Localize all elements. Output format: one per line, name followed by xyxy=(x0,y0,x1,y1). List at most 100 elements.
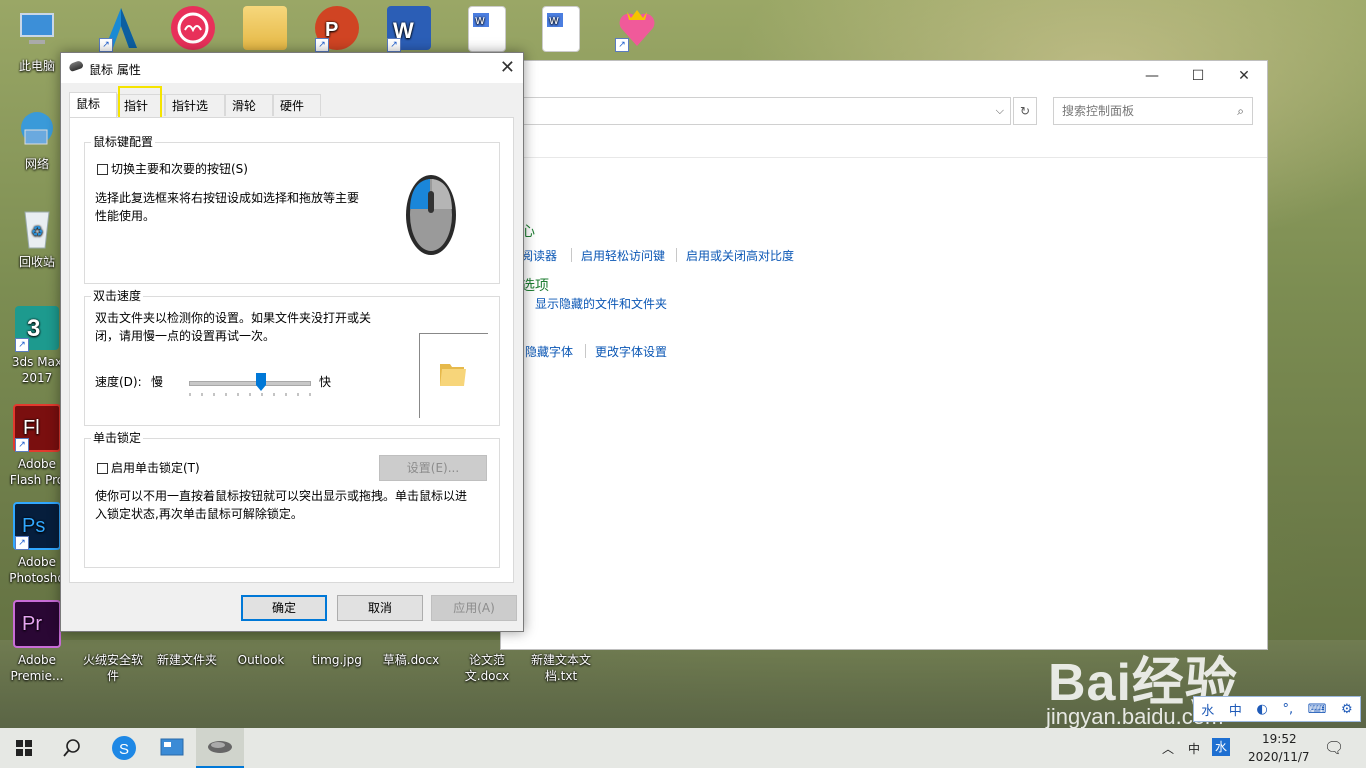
svg-text:Fl: Fl xyxy=(23,417,40,439)
clock-date[interactable]: 2020/11/7 xyxy=(1248,750,1310,764)
ime-mode-icon[interactable]: 水 xyxy=(1201,700,1214,719)
link-sticky-keys[interactable]: 启用轻松访问键 xyxy=(581,247,665,264)
speed-slider-thumb[interactable] xyxy=(256,373,266,391)
test-area[interactable] xyxy=(419,333,488,418)
switch-buttons-checkbox[interactable] xyxy=(97,164,108,175)
ime-halfwidth-icon[interactable]: ◐ xyxy=(1257,702,1268,717)
description-line: 使你可以不用一直按着鼠标按钮就可以突出显示或拖拽。单击鼠标以进 xyxy=(95,489,468,503)
button-config-group: 鼠标键配置 切换主要和次要的按钮(S) 选择此复选框来将右按钮设成如选择和拖放等… xyxy=(84,135,500,284)
heart-app-icon[interactable]: ↗ xyxy=(602,6,672,54)
control-panel-taskbar-icon[interactable] xyxy=(148,728,196,768)
notification-icon[interactable]: 🗨 xyxy=(1324,738,1344,757)
window-controls: — ☐ ✕ xyxy=(1129,61,1267,91)
description-line: 入锁定状态,再次单击鼠标可解除锁定。 xyxy=(95,507,303,521)
click-lock-group: 单击锁定 启用单击锁定(T) 设置(E)... 使你可以不用一直按着鼠标按钮就可… xyxy=(84,431,500,568)
click-lock-label[interactable]: 启用单击锁定(T) xyxy=(111,459,200,477)
draft-docx-icon[interactable]: 草稿.docx xyxy=(376,652,446,668)
address-bar[interactable]: ⌵ xyxy=(501,97,1011,125)
icon-label: Outlook xyxy=(237,653,285,667)
autocad-icon[interactable]: ↗ xyxy=(86,6,156,54)
speed-label: 速度(D): xyxy=(95,375,142,389)
search-icon: ⌕ xyxy=(1237,104,1244,118)
ime-punct-icon[interactable]: °, xyxy=(1282,702,1293,717)
svg-text:W: W xyxy=(475,16,485,27)
mouse-properties-taskbar-icon[interactable] xyxy=(196,728,244,768)
description-line: 性能使用。 xyxy=(95,209,156,223)
timg-file-icon[interactable]: timg.jpg xyxy=(302,652,372,668)
mouse-properties-dialog[interactable]: 鼠标 属性 ✕ 鼠标键 指针 指针选项 滑轮 硬件 鼠标键配置 切换主要和次要的… xyxy=(60,52,524,632)
link-show-hidden[interactable]: 显示隐藏的文件和文件夹 xyxy=(535,295,667,312)
gear-icon[interactable]: ⚙ xyxy=(1341,702,1353,717)
speed-slider-track[interactable] xyxy=(189,381,311,386)
close-icon[interactable]: ✕ xyxy=(1221,61,1267,91)
sogou-browser-icon[interactable]: S xyxy=(100,728,148,768)
separator xyxy=(571,248,572,262)
powerpoint-icon[interactable]: P ↗ xyxy=(302,6,372,54)
docx-file-icon-2[interactable]: W xyxy=(526,6,596,56)
cancel-button[interactable]: 取消 xyxy=(337,595,423,621)
slow-label: 慢 xyxy=(151,375,164,389)
ime-indicator[interactable]: 中 xyxy=(1188,740,1200,757)
folder-docs-icon[interactable] xyxy=(230,6,300,54)
link-reader[interactable]: 阅读器 xyxy=(521,247,557,264)
huorong-icon[interactable]: 火绒安全软件 xyxy=(78,652,148,684)
icon-label: 火绒安全软件 xyxy=(82,653,143,683)
description-line: 双击文件夹以检测你的设置。如果文件夹没打开或关 xyxy=(95,311,372,325)
ok-button[interactable]: 确定 xyxy=(241,595,327,621)
svg-text:W: W xyxy=(549,16,559,27)
fast-label: 快 xyxy=(319,375,332,389)
dialog-title: 鼠标 属性 xyxy=(89,63,141,77)
slider-ticks xyxy=(189,393,311,396)
minimize-icon[interactable]: — xyxy=(1129,61,1175,91)
link-high-contrast[interactable]: 启用或关闭高对比度 xyxy=(686,247,794,264)
highlight-box xyxy=(118,86,162,121)
icon-label: timg.jpg xyxy=(312,653,362,667)
ime-lang-icon[interactable]: 中 xyxy=(1229,700,1242,719)
search-icon[interactable] xyxy=(48,728,96,768)
link-change-font[interactable]: 更改字体设置 xyxy=(595,343,667,360)
click-lock-checkbox[interactable] xyxy=(97,463,108,474)
icon-label: 新建文本文档.txt xyxy=(530,653,591,683)
ime-toolbar[interactable]: 水 中 ◐ °, ⌨ ⚙ xyxy=(1193,696,1361,722)
maximize-icon[interactable]: ☐ xyxy=(1175,61,1221,91)
search-placeholder: 搜索控制面板 xyxy=(1062,104,1135,118)
click-lock-settings-button[interactable]: 设置(E)... xyxy=(379,455,487,481)
icon-label: 论文范文.docx xyxy=(464,653,510,683)
icon-label: Adobe Premie... xyxy=(10,653,64,683)
group-title: 鼠标键配置 xyxy=(91,135,156,149)
start-icon[interactable] xyxy=(0,728,48,768)
clock-time[interactable]: 19:52 xyxy=(1262,732,1297,746)
buttons-tab-panel: 鼠标键配置 切换主要和次要的按钮(S) 选择此复选框来将右按钮设成如选择和拖放等… xyxy=(69,117,514,583)
tab-wheel[interactable]: 滑轮 xyxy=(225,94,273,116)
new-folder-icon[interactable]: 新建文件夹 xyxy=(152,652,222,668)
tab-hardware[interactable]: 硬件 xyxy=(273,94,321,116)
keyboard-icon[interactable]: ⌨ xyxy=(1308,702,1327,717)
dialog-titlebar: 鼠标 属性 ✕ xyxy=(61,53,523,83)
link-hide-fonts[interactable]: 隐藏字体 xyxy=(525,343,573,360)
meitu-icon[interactable] xyxy=(158,6,228,54)
svg-text:Pr: Pr xyxy=(22,613,42,635)
description-line: 选择此复选框来将右按钮设成如选择和拖放等主要 xyxy=(95,191,360,205)
icon-label: 草稿.docx xyxy=(382,653,440,667)
tab-buttons[interactable]: 鼠标键 xyxy=(69,92,117,133)
word-icon[interactable]: W ↗ xyxy=(374,6,444,54)
control-panel-window[interactable]: — ☐ ✕ ⌵ ↻ 搜索控制面板 ⌕ 心 阅读器 启用轻松访问键 启用或关闭高对… xyxy=(500,60,1268,650)
outlook-icon[interactable]: Outlook xyxy=(226,652,296,668)
divider xyxy=(501,157,1267,158)
chevron-up-icon[interactable]: ︿ xyxy=(1162,740,1174,757)
tab-pointer-options[interactable]: 指针选项 xyxy=(165,94,225,135)
search-input[interactable]: 搜索控制面板 ⌕ xyxy=(1053,97,1253,125)
refresh-icon[interactable]: ↻ xyxy=(1013,97,1037,125)
double-click-group: 双击速度 双击文件夹以检测你的设置。如果文件夹没打开或关 闭，请用慢一点的设置再… xyxy=(84,289,500,426)
ime-mode-indicator[interactable]: 水 xyxy=(1212,738,1230,756)
chevron-down-icon[interactable]: ⌵ xyxy=(996,104,1004,118)
paper-docx-icon[interactable]: 论文范文.docx xyxy=(452,652,522,684)
category-heading-options[interactable]: 选项 xyxy=(521,275,549,295)
folder-icon[interactable] xyxy=(438,358,468,388)
new-txt-icon[interactable]: 新建文本文档.txt xyxy=(526,652,596,684)
switch-buttons-label[interactable]: 切换主要和次要的按钮(S) xyxy=(111,160,248,178)
docx-file-icon[interactable]: W xyxy=(452,6,522,56)
group-title: 双击速度 xyxy=(91,289,144,303)
close-icon[interactable]: ✕ xyxy=(500,57,515,78)
apply-button[interactable]: 应用(A) xyxy=(431,595,517,621)
